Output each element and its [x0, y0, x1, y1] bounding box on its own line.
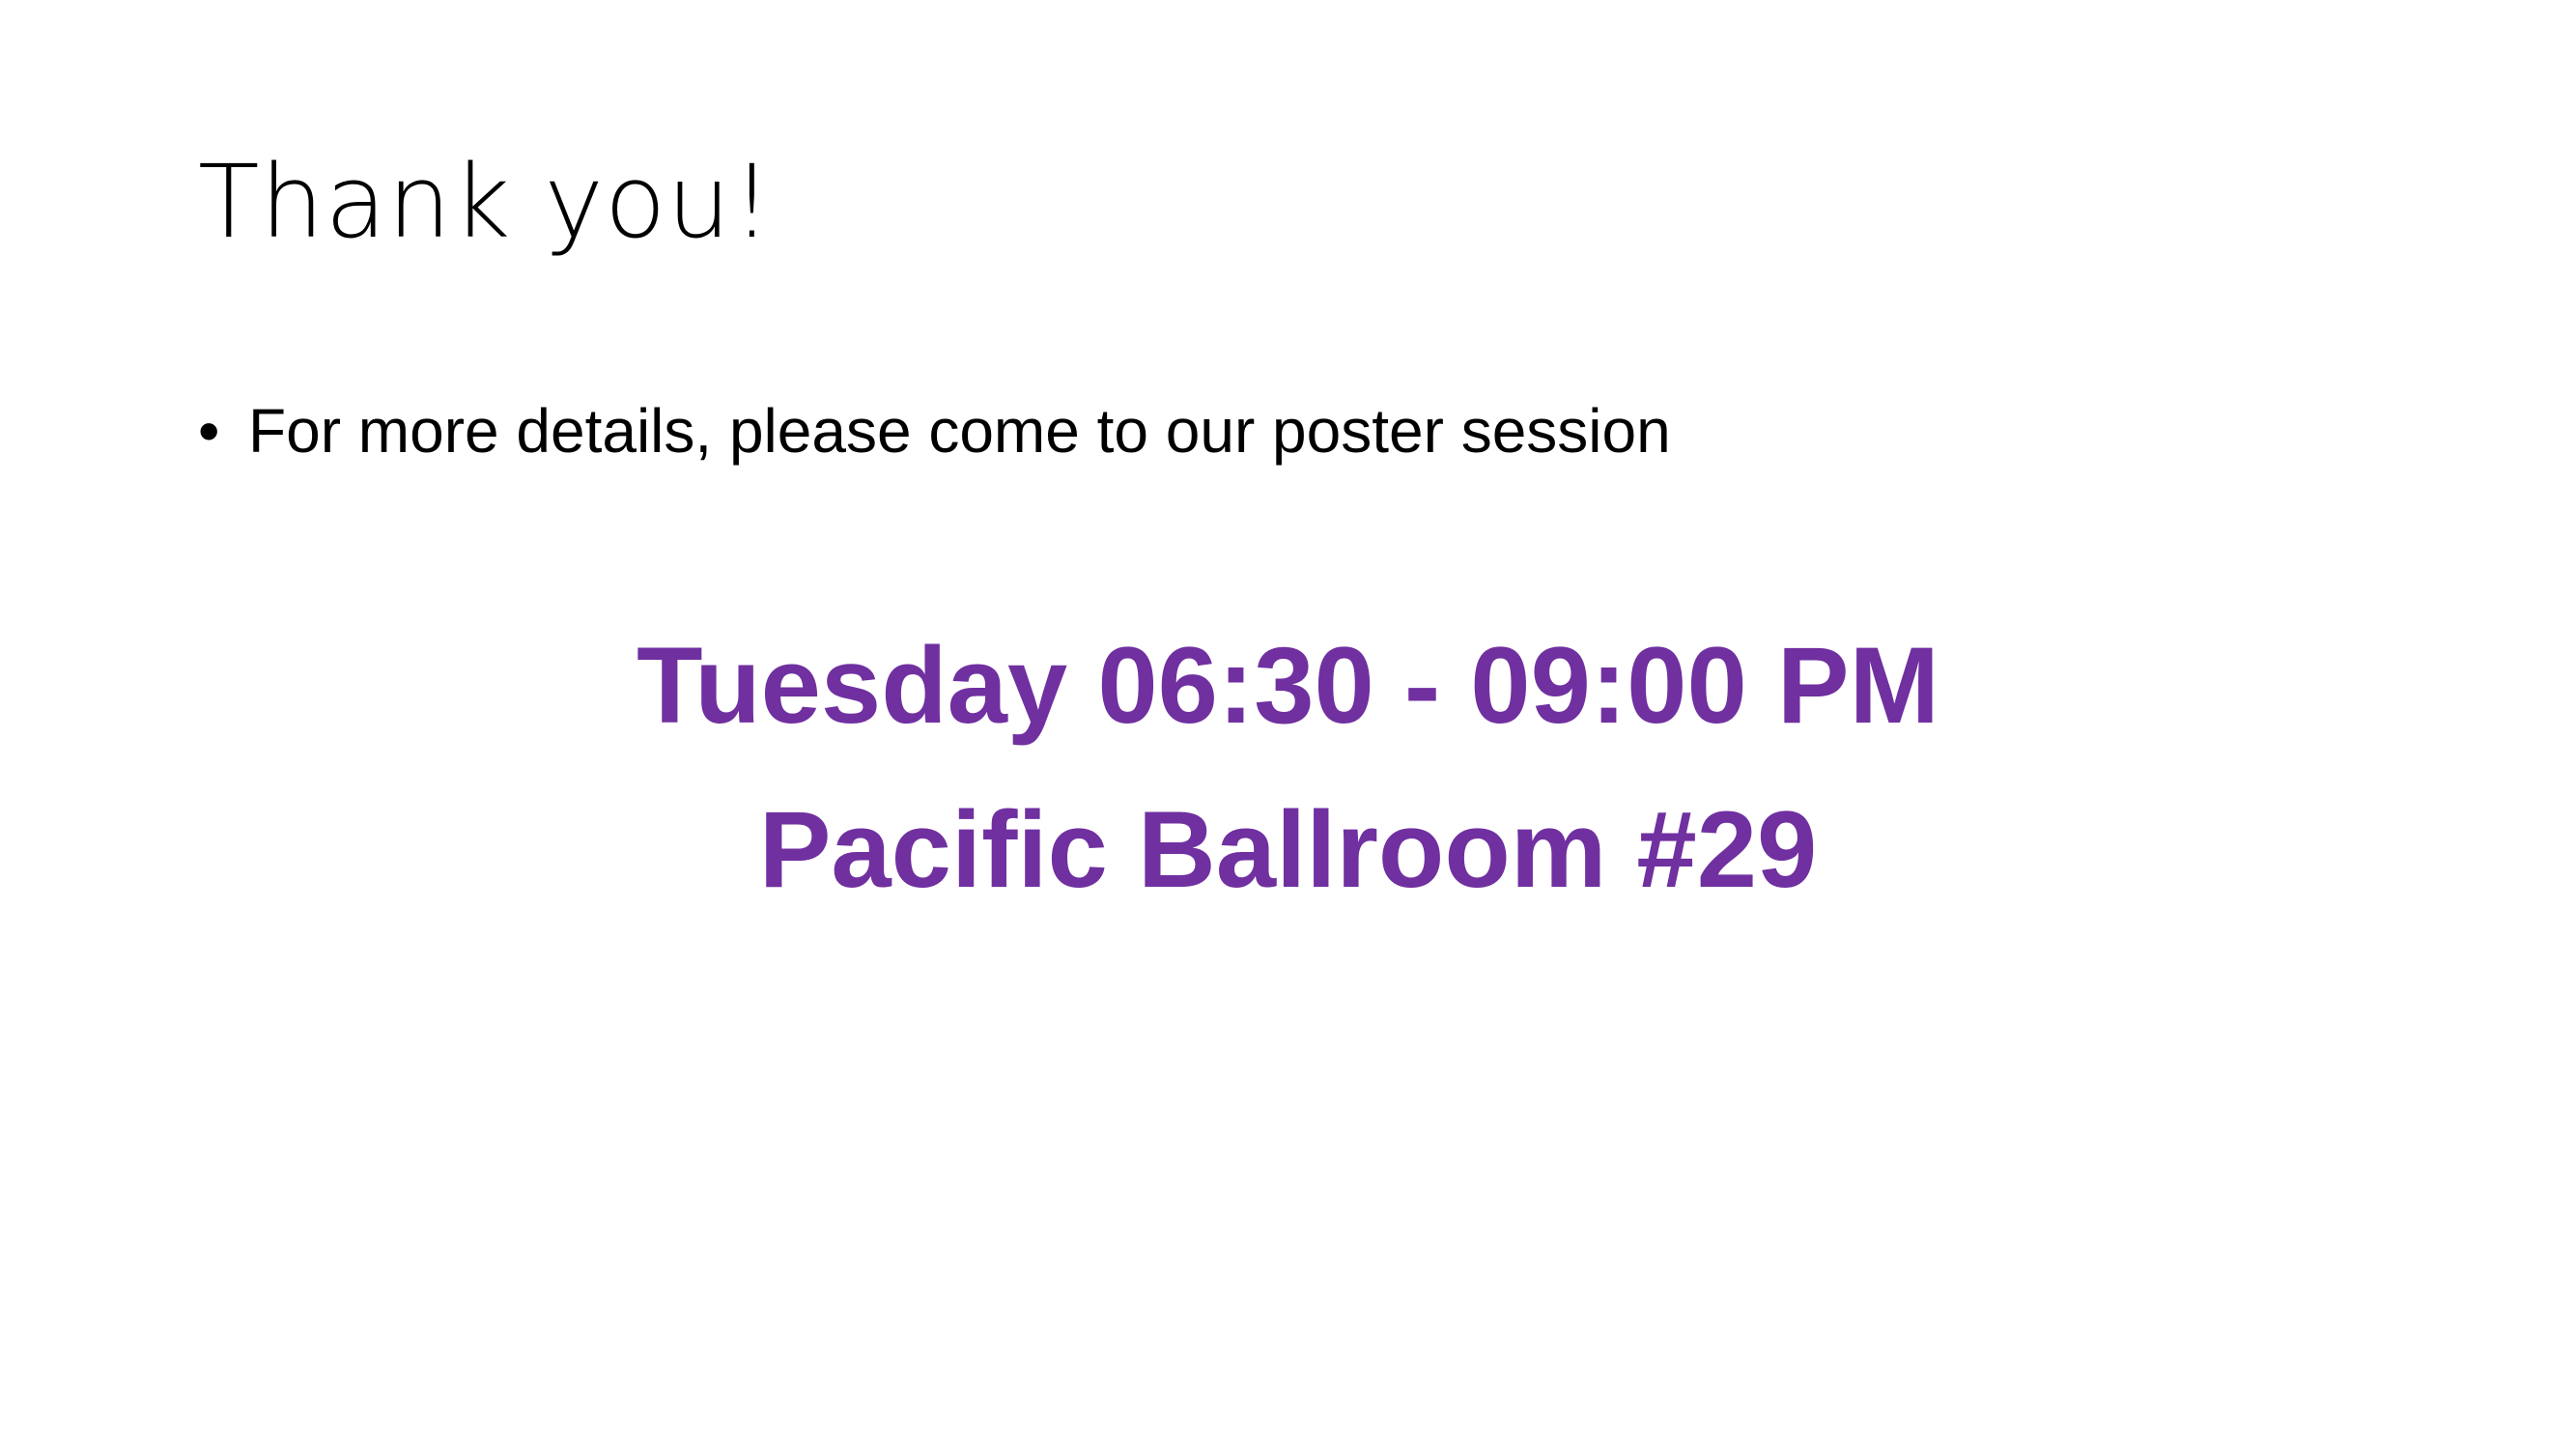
- bullet-text: For more details, please come to our pos…: [248, 396, 1671, 466]
- session-location: Pacific Ballroom #29: [758, 789, 1818, 910]
- slide: Thank you! • For more details, please co…: [0, 0, 2576, 1449]
- bullet-item: • For more details, please come to our p…: [198, 394, 1671, 469]
- slide-title: Thank you!: [198, 143, 774, 261]
- poster-session-info: Tuesday 06:30 - 09:00 PM Pacific Ballroo…: [0, 604, 2576, 932]
- session-time: Tuesday 06:30 - 09:00 PM: [637, 625, 1939, 746]
- bullet-icon: •: [198, 396, 220, 466]
